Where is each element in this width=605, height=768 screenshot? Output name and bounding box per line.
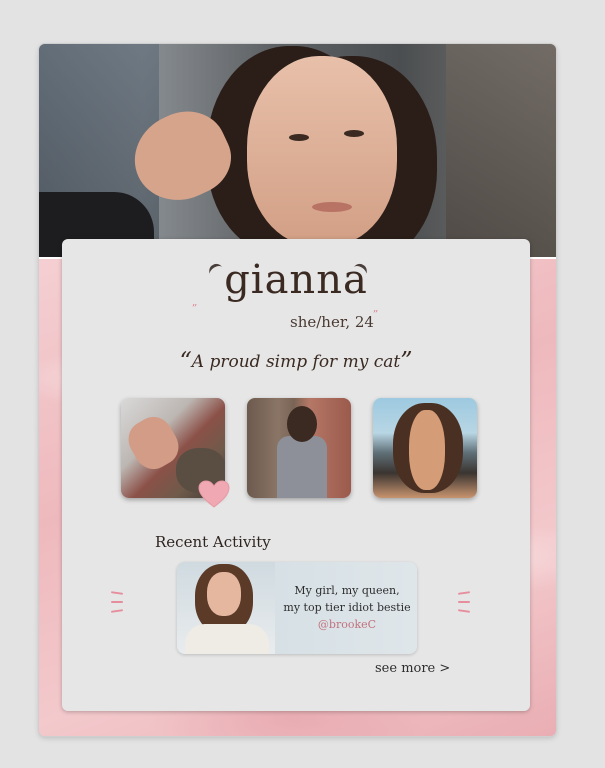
activity-photo [177, 562, 275, 654]
sparkle-dash-left-icon [111, 601, 123, 603]
heart-icon[interactable] [198, 480, 230, 508]
profile-panel: ‚‚ ‚‚ gianna she/her, 24 “A proud simp f… [62, 239, 530, 711]
activity-line-2: my top tier idiot bestie [283, 601, 411, 614]
activity-handle-link[interactable]: @brookeC [279, 616, 415, 633]
quote-text: A proud simp for my cat [191, 352, 401, 372]
sparkle-dash-right-icon [457, 609, 471, 613]
header-photo [39, 44, 556, 258]
quote-close-mark: ” [400, 347, 413, 375]
see-more-link[interactable]: see more > [375, 661, 450, 676]
sparkle-dash-left-icon [110, 609, 124, 613]
profile-card: ‚‚ ‚‚ gianna she/her, 24 “A proud simp f… [39, 44, 556, 736]
recent-activity-title: Recent Activity [155, 533, 271, 551]
gallery-photo-2[interactable] [247, 398, 351, 498]
gallery-photo-3[interactable] [373, 398, 477, 498]
sparkle-dash-left-icon [110, 591, 124, 595]
quote-open-mark: “ [179, 347, 192, 375]
profile-quote: “A proud simp for my cat” [62, 347, 530, 375]
sparkle-dash-right-icon [458, 601, 470, 603]
profile-pronouns-age: she/her, 24 [290, 313, 374, 331]
profile-name: gianna [224, 257, 368, 303]
activity-line-1: My girl, my queen, [294, 584, 400, 597]
activity-message: My girl, my queen, my top tier idiot bes… [279, 582, 415, 633]
portrait-face [247, 56, 397, 246]
activity-card[interactable]: My girl, my queen, my top tier idiot bes… [177, 562, 417, 654]
sparkle-dash-right-icon [457, 591, 471, 595]
